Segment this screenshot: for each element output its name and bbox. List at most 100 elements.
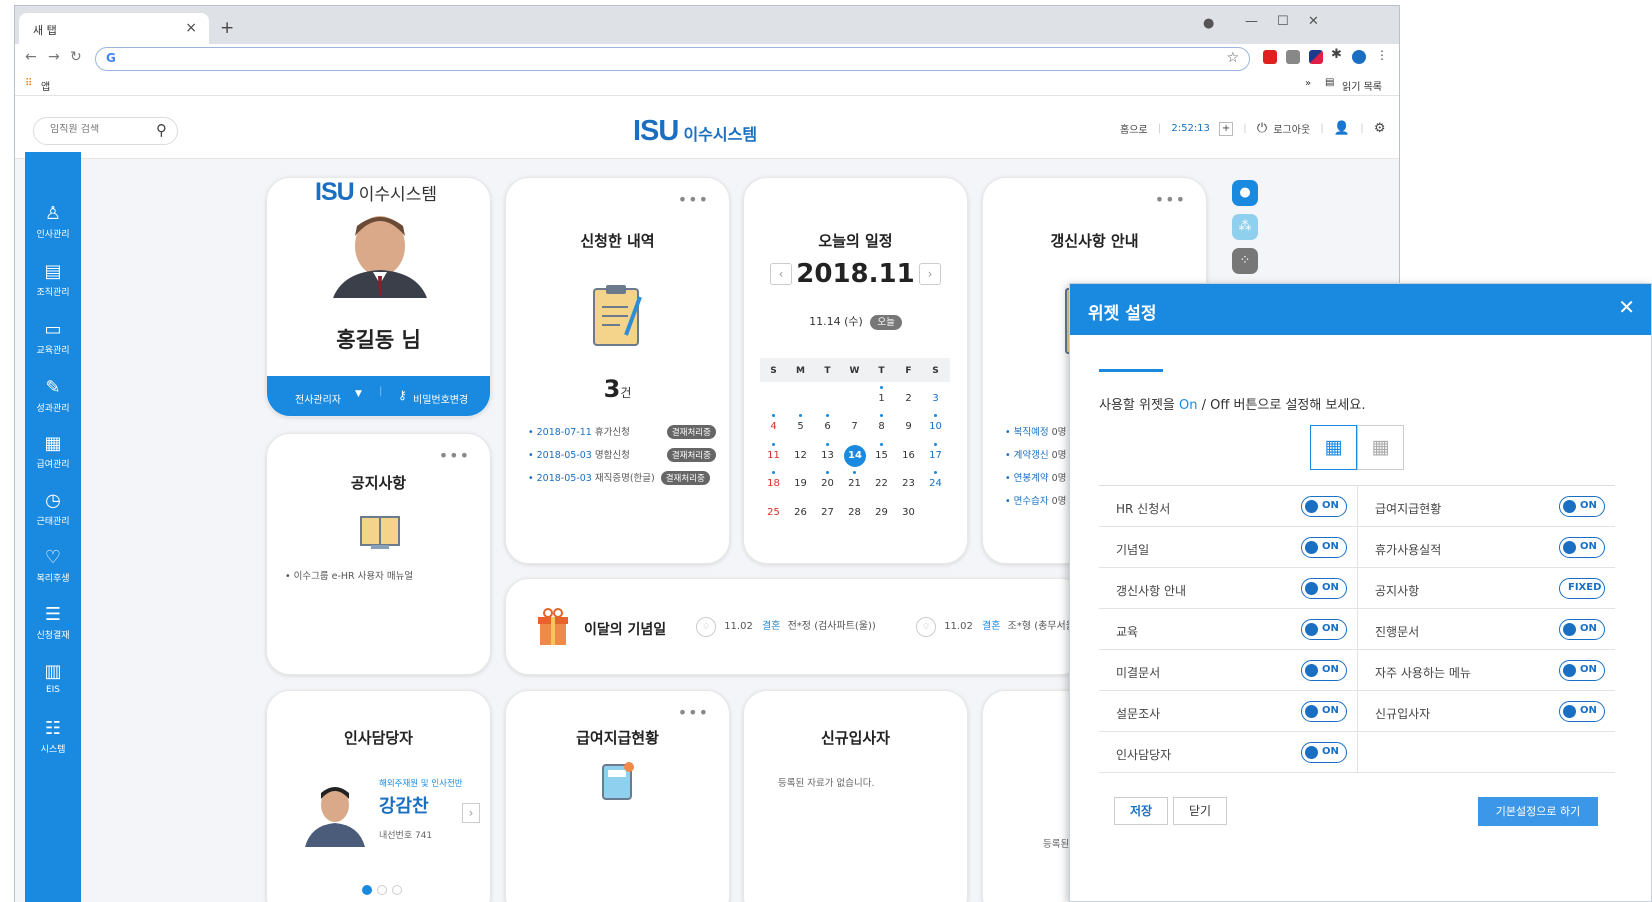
forward-icon[interactable]: →	[48, 49, 60, 65]
bookmark-star-icon[interactable]: ☆	[1226, 50, 1239, 66]
widget-toggle[interactable]: ON	[1559, 701, 1605, 722]
calendar-day[interactable]: 1	[868, 386, 895, 404]
next-manager-button[interactable]: ›	[462, 803, 480, 823]
session-extend-button[interactable]: +	[1219, 121, 1234, 136]
reading-list-link[interactable]: 읽기 목록	[1342, 78, 1382, 93]
password-change-link[interactable]: 비밀번호변경	[413, 391, 468, 406]
sidebar-item-payroll[interactable]: ▦ 급여관리	[25, 434, 81, 471]
sidebar-item-system[interactable]: ☷ 시스템	[25, 719, 81, 756]
back-icon[interactable]: ←	[25, 49, 37, 65]
widget-toggle[interactable]: ON	[1559, 660, 1605, 681]
sidebar-item-org[interactable]: ▤ 조직관리	[25, 262, 81, 299]
calendar-day[interactable]: 21	[841, 471, 868, 489]
chat-icon[interactable]: ●	[1232, 180, 1258, 206]
list-item[interactable]: • 면수습자 0명	[1005, 493, 1066, 516]
widget-toggle[interactable]: ON	[1559, 496, 1605, 517]
calendar-day[interactable]: 13	[814, 443, 841, 467]
browser-tab[interactable]: 새 탭 ×	[19, 13, 209, 44]
calendar-day[interactable]: 12	[787, 450, 814, 467]
home-link[interactable]: 홈으로	[1120, 121, 1148, 136]
save-button[interactable]: 저장	[1114, 797, 1168, 825]
widget-toggle[interactable]: ON	[1301, 496, 1347, 517]
calendar-day[interactable]: 15	[868, 443, 895, 467]
reading-list-icon[interactable]: ▤	[1325, 77, 1334, 88]
page-dot[interactable]	[392, 885, 403, 895]
calendar-day[interactable]: 10	[922, 414, 949, 432]
calendar-day[interactable]: 2	[895, 393, 922, 404]
calendar-day[interactable]: 3	[922, 393, 949, 404]
org-chart-icon[interactable]: ⁂	[1232, 214, 1258, 240]
close-icon[interactable]: ✕	[1618, 295, 1635, 319]
new-tab-icon[interactable]: +	[220, 18, 234, 38]
company-logo[interactable]: ISU 이수시스템	[633, 115, 757, 148]
widget-toggle[interactable]: ON	[1301, 742, 1347, 763]
calendar-day[interactable]: 18	[760, 471, 787, 489]
calendar-day[interactable]: 14	[844, 445, 866, 467]
list-item[interactable]: • 2018-05-03 명함신청 결재처리중	[528, 447, 716, 470]
sidebar-item-hr[interactable]: ♙ 인사관리	[25, 204, 81, 241]
address-bar[interactable]: G ☆	[95, 47, 1250, 71]
list-item[interactable]: • 2018-07-11 휴가신청 결재처리중	[528, 424, 716, 447]
tab-close-icon[interactable]: ×	[185, 20, 197, 36]
widget-toggle[interactable]: ON	[1301, 578, 1347, 599]
more-icon[interactable]: •••	[439, 446, 470, 465]
profile-dot-icon[interactable]: ●	[1203, 16, 1214, 31]
more-icon[interactable]: •••	[1155, 190, 1186, 209]
widget-toggle[interactable]: ON	[1301, 619, 1347, 640]
bookmark-more-icon[interactable]: »	[1305, 78, 1311, 89]
power-icon[interactable]: ⏻	[1257, 121, 1267, 136]
calendar-day[interactable]: 9	[895, 421, 922, 432]
anniversary-item[interactable]: ♢ 11.02 결혼 전*정 (검사파트(울))	[696, 617, 876, 637]
list-item[interactable]: • 연봉계약 0명	[1005, 470, 1066, 493]
extension-icon[interactable]	[1263, 50, 1277, 64]
apps-grid-icon[interactable]: ⠿	[25, 78, 32, 89]
puzzle-icon[interactable]: ✱	[1331, 47, 1342, 62]
anniversary-item[interactable]: ♢ 11.02 결혼 조*형 (총무서울)	[916, 617, 1079, 637]
calendar-day[interactable]: 8	[868, 414, 895, 432]
calendar-day[interactable]: 11	[760, 443, 787, 467]
widget-toggle[interactable]: ON	[1301, 701, 1347, 722]
more-icon[interactable]: •••	[678, 703, 709, 722]
calendar-day[interactable]: 6	[814, 414, 841, 432]
sidebar-item-education[interactable]: ▭ 교육관리	[25, 320, 81, 357]
calendar-day[interactable]: 17	[922, 443, 949, 467]
calendar-day[interactable]: 16	[895, 450, 922, 467]
calendar-day[interactable]: 22	[868, 478, 895, 489]
widget-toggle[interactable]: ON	[1559, 619, 1605, 640]
role-selector[interactable]: 전사관리자	[295, 391, 341, 406]
calendar-day[interactable]: 20	[814, 471, 841, 489]
logout-link[interactable]: 로그아웃	[1273, 121, 1310, 136]
chevron-down-icon[interactable]: ▼	[355, 389, 362, 399]
grid-small-button[interactable]: ▦	[1357, 425, 1404, 470]
calendar-day[interactable]: 27	[814, 507, 841, 518]
reset-default-button[interactable]: 기본설정으로 하기	[1478, 797, 1598, 826]
search-icon[interactable]: ⚲	[156, 121, 167, 139]
calendar-day[interactable]: 30	[895, 507, 922, 518]
calendar-day[interactable]: 25	[760, 507, 787, 518]
reload-icon[interactable]: ↻	[70, 49, 82, 65]
profile-avatar-icon[interactable]	[1352, 50, 1366, 64]
maximize-icon[interactable]: ☐	[1277, 14, 1289, 29]
next-month-button[interactable]: ›	[919, 263, 941, 285]
list-item[interactable]: • 계약갱신 0명	[1005, 447, 1066, 470]
sidebar-item-eis[interactable]: ▥ EIS	[25, 662, 81, 696]
extension-icon[interactable]	[1286, 50, 1300, 64]
sidebar-item-approval[interactable]: ☰ 신청결재	[25, 605, 81, 642]
page-dot[interactable]	[377, 885, 388, 895]
list-item[interactable]: • 복직예정 0명	[1005, 424, 1066, 447]
calendar-day[interactable]: 28	[841, 507, 868, 518]
more-icon[interactable]: •••	[678, 190, 709, 209]
calendar-day[interactable]: 19	[787, 478, 814, 489]
gear-icon[interactable]: ⚙	[1374, 121, 1386, 136]
calendar-day[interactable]: 26	[787, 507, 814, 518]
user-icon[interactable]: 👤	[1334, 121, 1350, 136]
employee-search-input[interactable]	[50, 124, 150, 135]
close-button[interactable]: 닫기	[1173, 797, 1227, 825]
calendar-day[interactable]: 24	[922, 471, 949, 489]
widget-toggle[interactable]: ON	[1559, 537, 1605, 558]
widget-toggle[interactable]: ON	[1301, 660, 1347, 681]
minimize-icon[interactable]: —	[1245, 14, 1258, 29]
sidebar-item-welfare[interactable]: ♡ 복리후생	[25, 548, 81, 585]
widget-toggle[interactable]: ON	[1301, 537, 1347, 558]
calendar-day[interactable]: 7	[841, 421, 868, 432]
